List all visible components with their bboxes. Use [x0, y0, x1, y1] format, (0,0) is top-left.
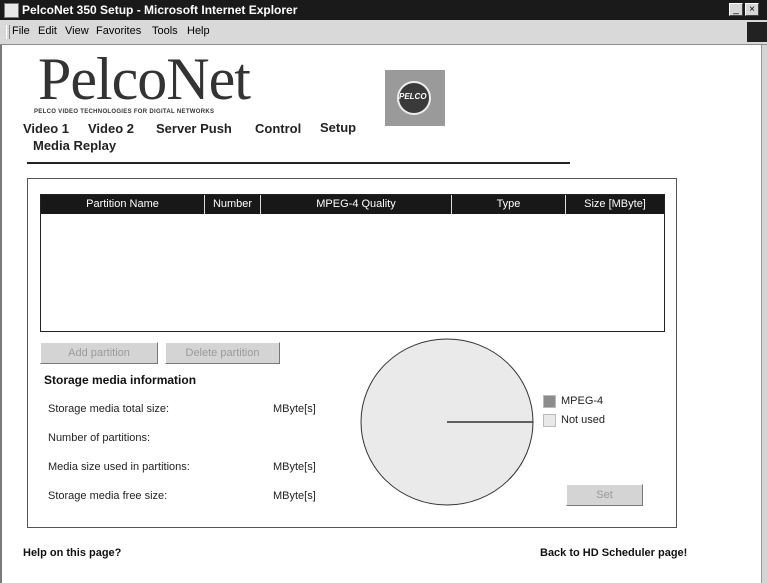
set-button[interactable]: Set: [566, 484, 643, 506]
minimize-button[interactable]: _: [729, 3, 743, 16]
legend-label-not-used: Not used: [561, 414, 606, 426]
total-size-label: Storage media total size:: [48, 403, 170, 415]
close-button[interactable]: ×: [745, 3, 759, 16]
partition-count-label: Number of partitions:: [48, 432, 151, 444]
column-size[interactable]: Size [MByte]: [566, 195, 664, 214]
window-title: PelcoNet 350 Setup - Microsoft Internet …: [22, 3, 298, 17]
nav-media-replay[interactable]: Media Replay: [33, 138, 116, 153]
window-title-bar: PelcoNet 350 Setup - Microsoft Internet …: [0, 0, 767, 20]
logo-tagline: PELCO VIDEO TECHNOLOGIES FOR DIGITAL NET…: [34, 109, 215, 115]
column-mpeg4-quality[interactable]: MPEG-4 Quality: [261, 195, 452, 214]
delete-partition-button[interactable]: Delete partition: [165, 342, 280, 364]
menu-view[interactable]: View: [65, 25, 89, 37]
header-divider: [27, 162, 570, 164]
menu-help[interactable]: Help: [187, 25, 210, 37]
free-size-unit: MByte[s]: [273, 490, 316, 502]
storage-usage-pie: [360, 338, 534, 506]
nav-video-1[interactable]: Video 1: [23, 121, 69, 136]
nav-video-2[interactable]: Video 2: [88, 121, 134, 136]
menu-edit[interactable]: Edit: [38, 25, 57, 37]
help-link[interactable]: Help on this page?: [23, 547, 121, 559]
back-to-scheduler-link[interactable]: Back to HD Scheduler page!: [540, 547, 687, 559]
storage-info-heading: Storage media information: [44, 373, 197, 387]
nav-server-push[interactable]: Server Push: [156, 121, 232, 136]
add-partition-button[interactable]: Add partition: [40, 342, 158, 364]
pelco-badge-text: PELCO: [399, 92, 427, 101]
column-number[interactable]: Number: [205, 195, 261, 214]
menu-tools[interactable]: Tools: [152, 25, 178, 37]
used-size-unit: MByte[s]: [273, 461, 316, 473]
pelco-badge: PELCO: [385, 70, 445, 126]
vertical-scrollbar[interactable]: [761, 45, 767, 583]
menu-file[interactable]: File: [12, 25, 30, 37]
toolbar-grip: [6, 25, 10, 39]
legend-label-mpeg4: MPEG-4: [561, 395, 604, 407]
nav-setup[interactable]: Setup: [320, 120, 356, 135]
pelconet-logo: PelcoNet: [38, 46, 251, 112]
column-partition-name[interactable]: Partition Name: [41, 195, 205, 214]
free-size-label: Storage media free size:: [48, 490, 168, 502]
menu-favorites[interactable]: Favorites: [96, 25, 141, 37]
nav-control[interactable]: Control: [255, 121, 301, 136]
used-size-label: Media size used in partitions:: [48, 461, 190, 473]
partition-table[interactable]: Partition Name Number MPEG-4 Quality Typ…: [40, 194, 665, 332]
windows-logo-icon: [747, 22, 767, 42]
internet-explorer-icon: [4, 3, 19, 18]
total-size-unit: MByte[s]: [273, 403, 316, 415]
partition-table-header: Partition Name Number MPEG-4 Quality Typ…: [41, 195, 664, 214]
column-type[interactable]: Type: [452, 195, 566, 214]
menu-bar: File Edit View Favorites Tools Help: [0, 20, 767, 45]
legend-swatch-mpeg4: [543, 395, 556, 408]
legend-swatch-not-used: [543, 414, 556, 427]
